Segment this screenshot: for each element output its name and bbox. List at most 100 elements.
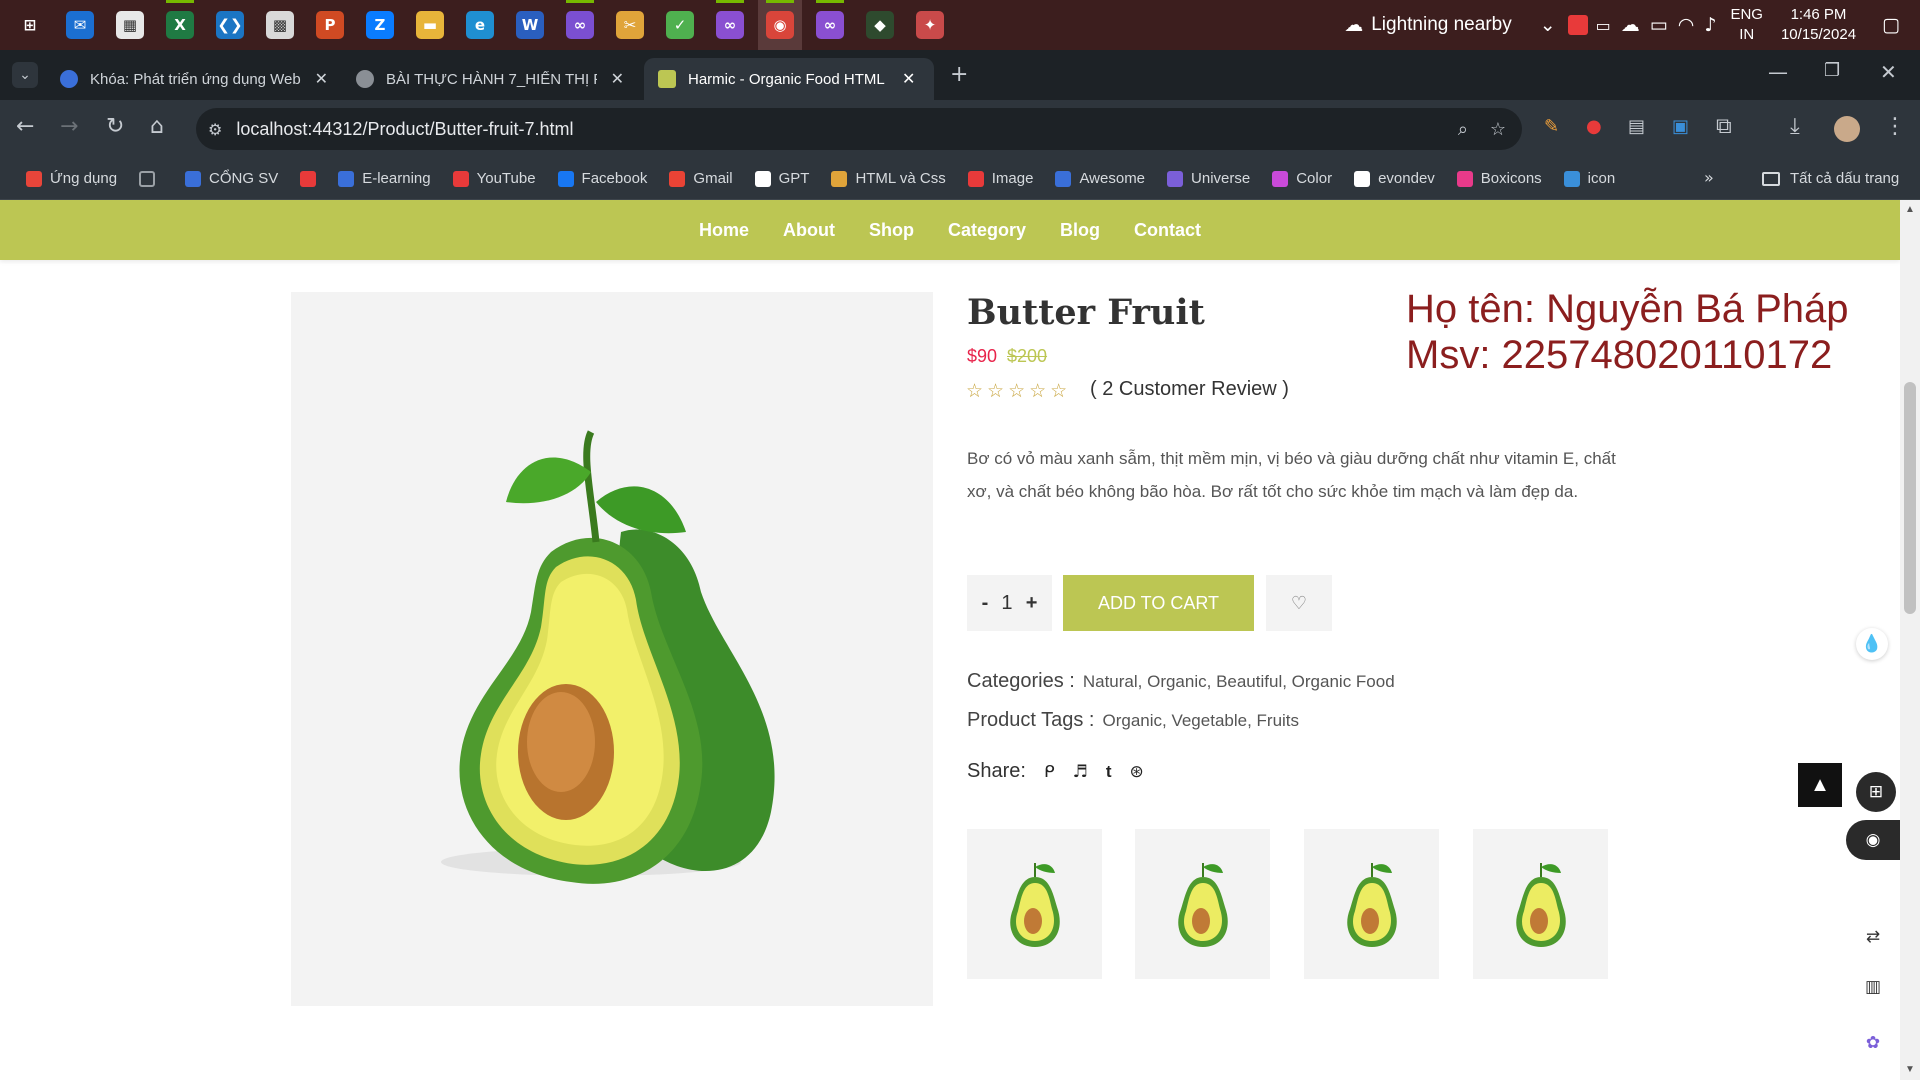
twitter-icon[interactable]: ♬ bbox=[1073, 762, 1088, 782]
bookmark-item[interactable]: E-learning bbox=[338, 170, 431, 187]
download-icon[interactable]: ⤓ bbox=[1790, 114, 1800, 139]
taskbar-app-chrome[interactable]: ◉ bbox=[758, 0, 802, 50]
tab-harmic[interactable]: Harmic - Organic Food HTML Template ✕ bbox=[644, 58, 934, 100]
translate-extension-icon[interactable]: ▣ bbox=[1672, 116, 1689, 137]
translate-icon[interactable]: ⇄ bbox=[1858, 922, 1888, 952]
close-icon[interactable]: ✕ bbox=[902, 69, 915, 89]
taskbar-app-tool-app[interactable]: ✦ bbox=[908, 0, 952, 50]
scrollbar-thumb[interactable] bbox=[1904, 382, 1916, 614]
bookmark-item[interactable] bbox=[300, 170, 324, 187]
home-icon[interactable]: ⌂ bbox=[150, 114, 164, 139]
taskbar-app-store[interactable]: ▦ bbox=[108, 0, 152, 50]
language-indicator[interactable]: ENG IN bbox=[1730, 5, 1763, 45]
tab-course[interactable]: Khóa: Phát triển ứng dụng Web ✕ bbox=[46, 58, 342, 100]
minimize-button[interactable]: — bbox=[1768, 60, 1788, 84]
close-window-button[interactable]: ✕ bbox=[1880, 60, 1897, 84]
nav-about[interactable]: About bbox=[783, 220, 835, 241]
restore-button[interactable]: ❐ bbox=[1824, 60, 1840, 81]
bookmark-item[interactable]: Universe bbox=[1167, 170, 1250, 187]
scroll-down-icon[interactable]: ▼ bbox=[1905, 1064, 1915, 1075]
nav-blog[interactable]: Blog bbox=[1060, 220, 1100, 241]
bookmark-apps[interactable]: Ứng dụng bbox=[26, 170, 117, 187]
nav-category[interactable]: Category bbox=[948, 220, 1026, 241]
taskbar-app-visual-studio[interactable]: ∞ bbox=[558, 0, 602, 50]
nav-shop[interactable]: Shop bbox=[869, 220, 914, 241]
weather-icon[interactable]: ☁ bbox=[1344, 14, 1363, 36]
taskbar-app-git[interactable]: ◆ bbox=[858, 0, 902, 50]
add-to-cart-button[interactable]: ADD TO CART bbox=[1063, 575, 1254, 631]
dribbble-icon[interactable]: ⊛ bbox=[1130, 762, 1144, 782]
bookmark-item[interactable]: Gmail bbox=[669, 170, 733, 187]
product-thumbnail[interactable] bbox=[1304, 829, 1439, 979]
nav-contact[interactable]: Contact bbox=[1134, 220, 1201, 241]
adblock-extension-icon[interactable]: ● bbox=[1586, 116, 1602, 137]
chevron-up-icon[interactable]: ⌄ bbox=[1540, 14, 1556, 36]
taskbar-app-edge[interactable]: e bbox=[458, 0, 502, 50]
bookmark-item[interactable]: CỔNG SV bbox=[185, 170, 278, 187]
grid-extension-icon[interactable]: ▤ bbox=[1628, 116, 1645, 137]
qty-increase-button[interactable]: + bbox=[1026, 592, 1038, 615]
nav-home[interactable]: Home bbox=[699, 220, 749, 241]
product-thumbnail[interactable] bbox=[1135, 829, 1270, 979]
taskbar-app-paint[interactable]: ▩ bbox=[258, 0, 302, 50]
pen-extension-icon[interactable]: ✎ bbox=[1544, 116, 1559, 137]
close-icon[interactable]: ✕ bbox=[611, 69, 624, 89]
url-text[interactable]: localhost:44312/Product/Butter-fruit-7.h… bbox=[236, 119, 573, 140]
product-thumbnail[interactable] bbox=[967, 829, 1102, 979]
address-bar[interactable]: ⚙ localhost:44312/Product/Butter-fruit-7… bbox=[196, 108, 1522, 150]
page-scrollbar[interactable]: ▲ ▼ bbox=[1900, 200, 1920, 1080]
qty-decrease-button[interactable]: - bbox=[982, 592, 989, 615]
forward-arrow-icon[interactable]: → bbox=[60, 114, 78, 139]
customer-review-count[interactable]: ( 2 Customer Review ) bbox=[1090, 378, 1289, 401]
bookmark-item[interactable]: Color bbox=[1272, 170, 1332, 187]
bookmark-item[interactable]: GPT bbox=[754, 170, 809, 187]
close-icon[interactable]: ✕ bbox=[315, 69, 328, 89]
tab-lab7[interactable]: BÀI THỰC HÀNH 7_HIỂN THỊ PHẦN ✕ bbox=[342, 58, 638, 100]
taskbar-app-visual-studio-preview-2[interactable]: ∞ bbox=[808, 0, 852, 50]
taskbar-app-visual-studio-preview[interactable]: ∞ bbox=[708, 0, 752, 50]
taskbar-app-vscode[interactable]: ❮❯ bbox=[208, 0, 252, 50]
menu-kebab-icon[interactable]: ⋮ bbox=[1884, 114, 1906, 139]
taskbar-app-snipping-tool[interactable]: ✂ bbox=[608, 0, 652, 50]
more-bookmarks-icon[interactable]: » bbox=[1704, 168, 1714, 187]
tags-value[interactable]: Organic, Vegetable, Fruits bbox=[1102, 711, 1299, 730]
profile-avatar[interactable] bbox=[1834, 116, 1860, 142]
scroll-to-top-button[interactable]: ▲ bbox=[1798, 763, 1842, 807]
qty-value[interactable]: 1 bbox=[1001, 592, 1012, 615]
site-info-icon[interactable]: ⚙ bbox=[208, 120, 222, 139]
onedrive-icon[interactable]: ☁ bbox=[1621, 14, 1640, 36]
taskbar-app-word[interactable]: W bbox=[508, 0, 552, 50]
tab-search-button[interactable]: ⌄ bbox=[12, 62, 38, 88]
scroll-up-icon[interactable]: ▲ bbox=[1905, 204, 1915, 215]
bookmark-star-icon[interactable]: ☆ bbox=[1490, 119, 1506, 140]
bookmark-item[interactable] bbox=[139, 170, 163, 187]
reload-icon[interactable]: ↻ bbox=[106, 114, 124, 139]
bookmark-item[interactable]: Awesome bbox=[1055, 170, 1145, 187]
bookmark-item[interactable]: evondev bbox=[1354, 170, 1435, 187]
apps-grid-icon[interactable]: ⊞ bbox=[1856, 772, 1896, 812]
water-drop-extension-icon[interactable]: 💧 bbox=[1856, 628, 1888, 660]
clock[interactable]: 1:46 PM 10/15/2024 bbox=[1781, 5, 1856, 45]
taskbar-app-zalo[interactable]: Z bbox=[358, 0, 402, 50]
tumblr-icon[interactable]: t bbox=[1106, 762, 1112, 782]
wishlist-heart-icon[interactable]: ♡ bbox=[1266, 575, 1332, 631]
categories-value[interactable]: Natural, Organic, Beautiful, Organic Foo… bbox=[1083, 672, 1395, 691]
taskbar-app-check-app[interactable]: ✓ bbox=[658, 0, 702, 50]
reader-mode-icon[interactable]: ▥ bbox=[1858, 972, 1888, 1002]
back-arrow-icon[interactable]: ← bbox=[16, 114, 34, 139]
bookmark-item[interactable]: Boxicons bbox=[1456, 170, 1542, 187]
bookmark-item[interactable]: Facebook bbox=[557, 170, 647, 187]
bookmark-item[interactable]: icon bbox=[1563, 170, 1615, 187]
volume-icon[interactable]: ♪ bbox=[1704, 14, 1716, 36]
taskbar-app-powerpoint[interactable]: P bbox=[308, 0, 352, 50]
product-thumbnail[interactable] bbox=[1473, 829, 1608, 979]
zoom-icon[interactable]: ⌕ bbox=[1458, 119, 1468, 140]
extensions-puzzle-icon[interactable]: ⧉ bbox=[1716, 114, 1732, 139]
product-main-image[interactable] bbox=[291, 292, 933, 1006]
all-bookmarks-folder[interactable]: Tất cả dấu trang bbox=[1762, 170, 1899, 187]
taskbar-app-mail[interactable]: ✉ bbox=[58, 0, 102, 50]
weather-text[interactable]: Lightning nearby bbox=[1371, 14, 1512, 36]
bookmark-item[interactable]: Image bbox=[967, 170, 1033, 187]
pinterest-icon[interactable]: ᑭ bbox=[1044, 762, 1055, 782]
notifications-icon[interactable]: ▢ bbox=[1882, 14, 1900, 36]
